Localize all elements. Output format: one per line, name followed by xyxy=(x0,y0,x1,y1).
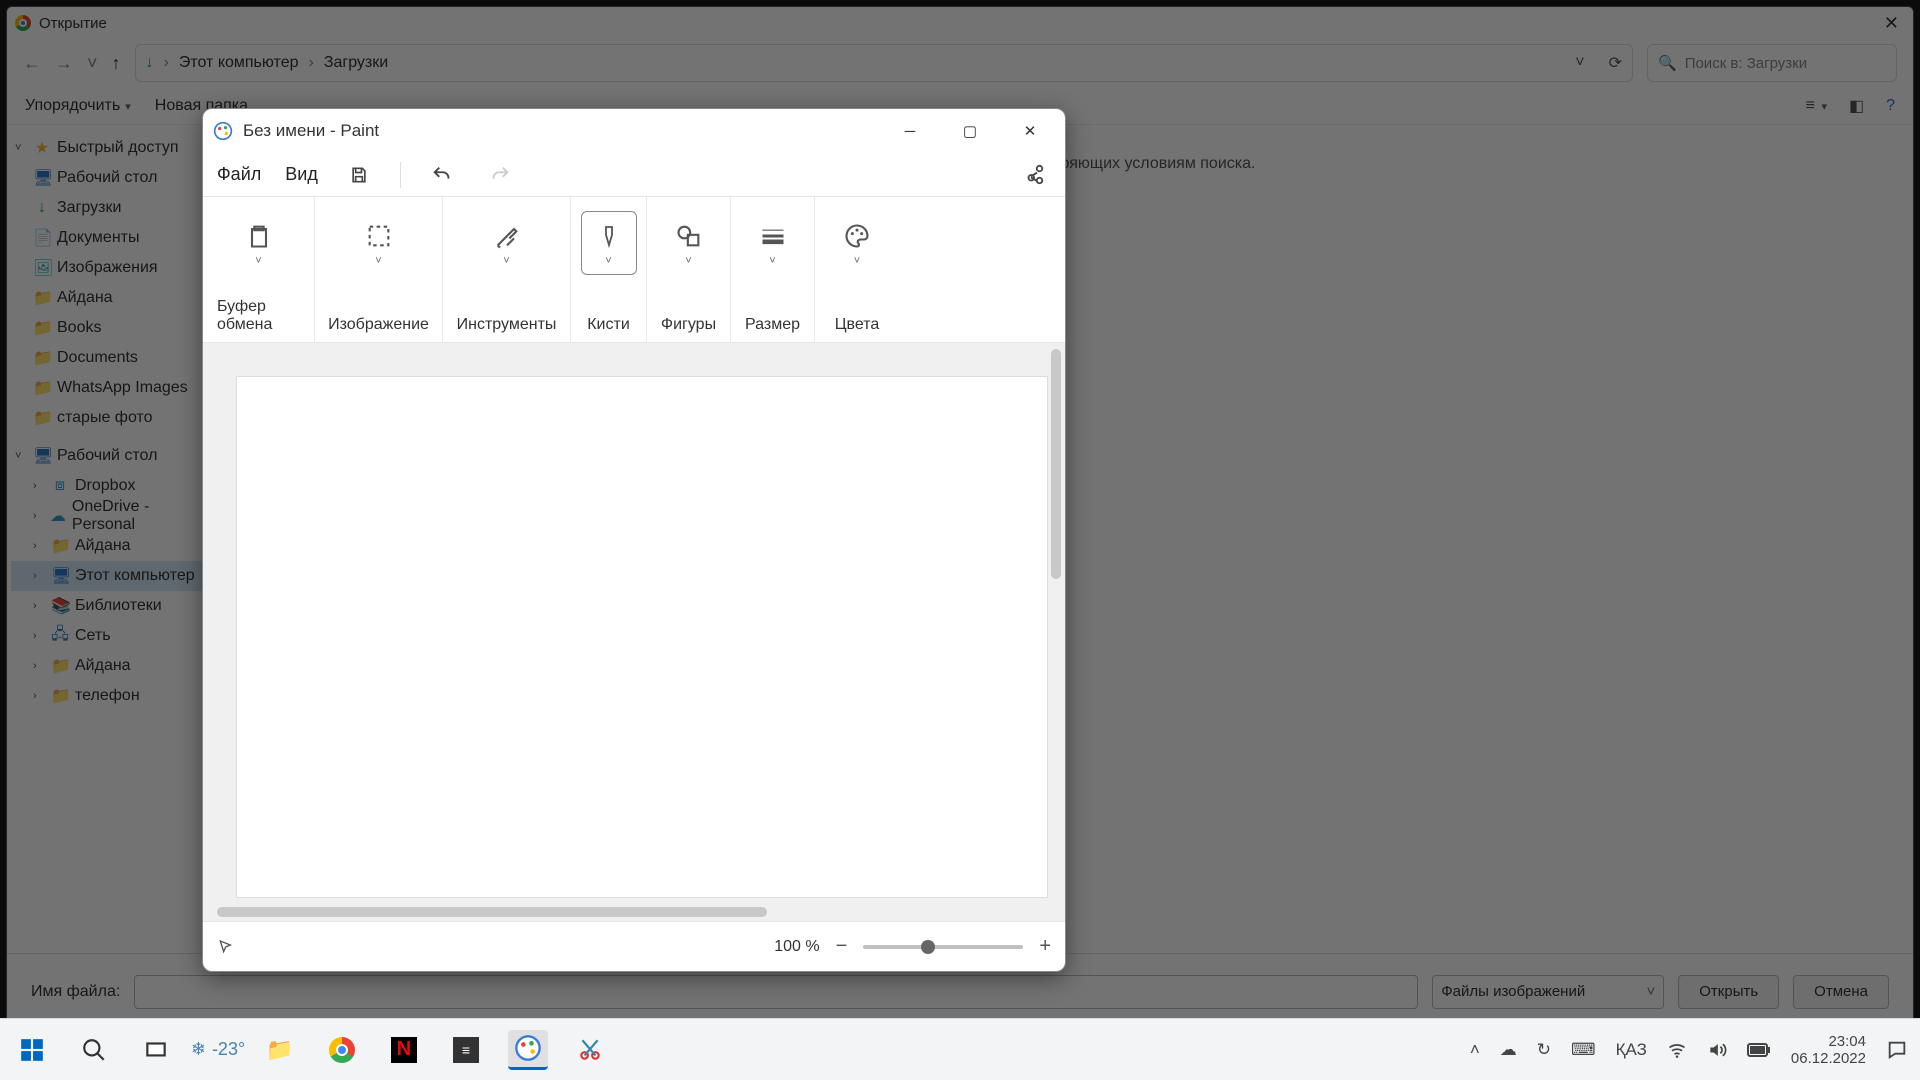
save-icon[interactable] xyxy=(342,158,376,192)
explorer-taskbar-icon[interactable]: 📁 xyxy=(260,1030,300,1070)
snipping-taskbar-icon[interactable] xyxy=(570,1030,610,1070)
chrome-taskbar-icon[interactable] xyxy=(322,1030,362,1070)
cursor-icon xyxy=(217,939,233,955)
zoom-slider[interactable] xyxy=(863,945,1023,949)
zoom-slider-thumb[interactable] xyxy=(921,940,935,954)
zoom-out-button[interactable]: − xyxy=(836,935,848,958)
palette-icon xyxy=(840,219,874,253)
chevron-down-icon: ˅ xyxy=(255,255,261,267)
zoom-in-button[interactable]: + xyxy=(1039,935,1051,958)
menu-view[interactable]: Вид xyxy=(285,164,318,185)
wifi-icon[interactable] xyxy=(1667,1040,1687,1060)
paint-titlebar[interactable]: Без имени - Paint ─ ▢ ✕ xyxy=(203,109,1065,153)
chevron-down-icon: ˅ xyxy=(503,255,509,267)
tray-overflow-icon[interactable]: ˄ xyxy=(1470,1040,1480,1060)
clock[interactable]: 23:04 06.12.2022 xyxy=(1791,1033,1866,1067)
ribbon-label: Кисти xyxy=(587,310,630,334)
ribbon-clipboard[interactable]: ˅ Буфер обмена xyxy=(203,197,315,342)
clipboard-icon xyxy=(242,219,276,253)
paint-taskbar-icon[interactable] xyxy=(508,1030,548,1070)
redo-icon[interactable] xyxy=(483,158,517,192)
ribbon-label: Инструменты xyxy=(457,310,557,334)
clock-time: 23:04 xyxy=(1791,1033,1866,1050)
shapes-icon xyxy=(672,219,706,253)
ribbon-label: Цвета xyxy=(835,310,880,334)
paint-canvas-area[interactable] xyxy=(203,343,1065,921)
taskbar-left: ❄-23° 📁 N ≡ xyxy=(12,1030,610,1070)
undo-icon[interactable] xyxy=(425,158,459,192)
select-icon xyxy=(362,219,396,253)
zoom-label: 100 % xyxy=(774,938,819,956)
chevron-down-icon: ˅ xyxy=(854,255,860,267)
paint-ribbon: ˅ Буфер обмена ˅ Изображение ˅ Инструмен… xyxy=(203,197,1065,343)
clock-date: 06.12.2022 xyxy=(1791,1050,1866,1067)
snow-icon: ❄ xyxy=(191,1039,206,1060)
onedrive-tray-icon[interactable]: ☁ xyxy=(1500,1040,1517,1060)
toolbar-separator xyxy=(400,162,401,188)
canvas[interactable] xyxy=(237,377,1047,897)
close-button[interactable]: ✕ xyxy=(1005,113,1055,149)
paint-menubar: Файл Вид xyxy=(203,153,1065,197)
taskbar: ❄-23° 📁 N ≡ ˄ ☁ ↻ ⌨ ҚАЗ 23:04 06.12.2022 xyxy=(0,1018,1920,1080)
paint-statusbar: 100 % − + xyxy=(203,921,1065,971)
ribbon-size[interactable]: ˅ Размер xyxy=(731,197,815,342)
brush-icon xyxy=(592,219,626,253)
task-view-button[interactable] xyxy=(136,1030,176,1070)
weather-widget[interactable]: ❄-23° xyxy=(198,1030,238,1070)
paint-window: Без имени - Paint ─ ▢ ✕ Файл Вид ˅ Буфер… xyxy=(202,108,1066,972)
language-indicator[interactable]: ҚАЗ xyxy=(1616,1040,1647,1060)
netflix-taskbar-icon[interactable]: N xyxy=(384,1030,424,1070)
ribbon-label: Размер xyxy=(745,310,800,334)
notifications-icon[interactable] xyxy=(1886,1039,1908,1061)
chevron-down-icon: ˅ xyxy=(685,255,691,267)
ribbon-label: Изображение xyxy=(328,310,429,334)
app-taskbar-icon[interactable]: ≡ xyxy=(446,1030,486,1070)
battery-icon[interactable] xyxy=(1747,1043,1771,1057)
paint-app-icon xyxy=(213,121,233,141)
tools-icon xyxy=(490,219,524,253)
vertical-scrollbar[interactable] xyxy=(1051,349,1061,579)
horizontal-scrollbar[interactable] xyxy=(217,907,767,917)
ribbon-shapes[interactable]: ˅ Фигуры xyxy=(647,197,731,342)
chevron-down-icon: ˅ xyxy=(605,255,611,267)
share-icon[interactable] xyxy=(1017,158,1051,192)
weather-temp: -23° xyxy=(212,1039,245,1060)
ribbon-colors[interactable]: ˅ Цвета xyxy=(815,197,899,342)
ribbon-label: Буфер обмена xyxy=(217,292,300,334)
ribbon-image[interactable]: ˅ Изображение xyxy=(315,197,443,342)
paint-title-text: Без имени - Paint xyxy=(243,121,379,141)
search-button[interactable] xyxy=(74,1030,114,1070)
ribbon-tools[interactable]: ˅ Инструменты xyxy=(443,197,571,342)
system-tray: ˄ ☁ ↻ ⌨ ҚАЗ 23:04 06.12.2022 xyxy=(1470,1033,1908,1067)
ribbon-label: Фигуры xyxy=(661,310,716,334)
chevron-down-icon: ˅ xyxy=(769,255,775,267)
start-button[interactable] xyxy=(12,1030,52,1070)
volume-icon[interactable] xyxy=(1707,1040,1727,1060)
menu-file[interactable]: Файл xyxy=(217,164,261,185)
minimize-button[interactable]: ─ xyxy=(885,113,935,149)
maximize-button[interactable]: ▢ xyxy=(945,113,995,149)
chevron-down-icon: ˅ xyxy=(375,255,381,267)
ribbon-brushes[interactable]: ˅ Кисти xyxy=(571,197,647,342)
keyboard-tray-icon[interactable]: ⌨ xyxy=(1571,1040,1596,1060)
sync-tray-icon[interactable]: ↻ xyxy=(1537,1040,1551,1060)
stroke-size-icon xyxy=(756,219,790,253)
